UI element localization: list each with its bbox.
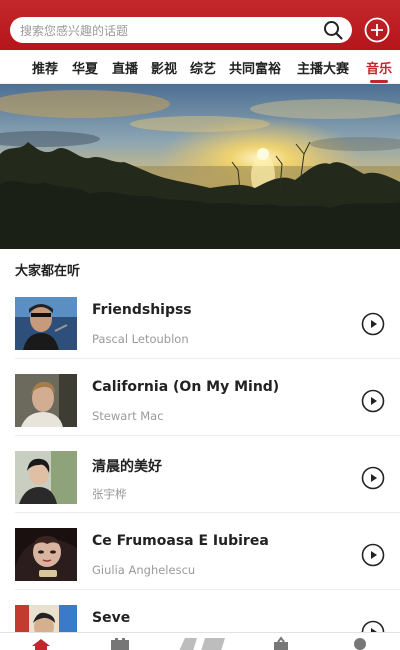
top-header: 搜索您感兴趣的话题 [0,0,400,50]
tab-recommend[interactable]: 推荐 [32,58,58,77]
tab-film[interactable]: 影视 [151,58,177,77]
play-circle-icon[interactable] [361,312,385,336]
home-icon[interactable] [26,636,56,650]
section-title: 大家都在听 [15,264,81,279]
album-thumbnail[interactable] [15,297,77,350]
play-circle-icon[interactable] [361,466,385,490]
song-artist: Pascal Letoublon [92,332,189,346]
search-placeholder[interactable]: 搜索您感兴趣的话题 [20,22,128,39]
album-thumbnail[interactable] [15,528,77,581]
play-circle-icon[interactable] [361,389,385,413]
active-tab-indicator [370,80,388,83]
play-circle-icon[interactable] [361,543,385,567]
sunset-sea-illustration [0,84,400,249]
culture-icon[interactable] [105,636,135,650]
banner-image[interactable] [0,84,400,249]
feng-hua-logo-icon[interactable] [175,636,231,650]
song-artist: Giulia Anghelescu [92,563,196,577]
tab-music[interactable]: 音乐 [366,58,392,77]
bottom-navigation [0,632,400,650]
song-item[interactable]: 清晨的美好 张宇桦 [0,436,400,513]
album-thumbnail[interactable] [15,451,77,504]
song-title[interactable]: Seve [92,610,130,626]
profile-icon[interactable] [345,636,375,650]
song-artist: 张宇桦 [92,487,127,501]
song-item[interactable]: Ce Frumoasa E Iubirea Giulia Anghelescu [0,513,400,590]
search-bar[interactable]: 搜索您感兴趣的话题 [10,17,352,43]
song-title[interactable]: California (On My Mind) [92,379,279,395]
search-icon[interactable] [322,19,344,41]
song-title[interactable]: 清晨的美好 [92,456,162,476]
tab-common-prosperity[interactable]: 共同富裕 [229,58,281,77]
album-thumbnail[interactable] [15,374,77,427]
song-item[interactable]: California (On My Mind) Stewart Mac [0,359,400,436]
add-button[interactable] [364,17,390,43]
tab-live[interactable]: 直播 [112,58,138,77]
tab-anchor-contest[interactable]: 主播大赛 [297,58,349,77]
category-tabs: 推荐 华夏 直播 影视 综艺 共同富裕 主播大赛 音乐 [0,50,400,84]
tab-variety[interactable]: 综艺 [190,58,216,77]
tab-huaxia[interactable]: 华夏 [72,58,98,77]
live-icon[interactable] [266,636,296,650]
song-title[interactable]: Friendshipss [92,302,192,318]
song-artist: Stewart Mac [92,409,164,423]
song-title[interactable]: Ce Frumoasa E Iubirea [92,533,269,549]
song-item[interactable]: Friendshipss Pascal Letoublon [0,282,400,359]
